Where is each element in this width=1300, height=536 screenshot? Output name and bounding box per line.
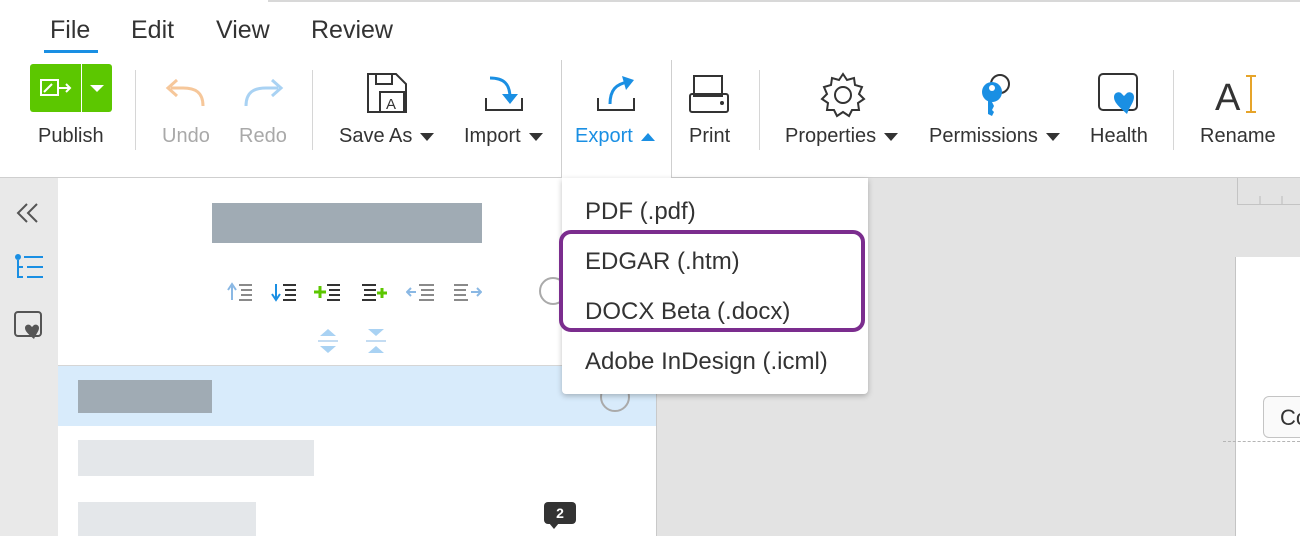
export-icon xyxy=(597,76,635,111)
comment-count-badge[interactable]: 2 xyxy=(544,502,576,524)
row-title-placeholder xyxy=(78,380,212,413)
import-label: Import xyxy=(464,125,521,147)
move-down-icon[interactable] xyxy=(270,280,298,304)
partial-button[interactable]: Co xyxy=(1263,396,1300,438)
outline-icon[interactable] xyxy=(13,252,45,282)
collapse-icon[interactable] xyxy=(15,202,41,224)
outdent-icon[interactable] xyxy=(406,280,436,304)
save-as-button[interactable]: Save As xyxy=(339,125,435,148)
menu-divider xyxy=(268,0,1300,2)
add-section-icon[interactable] xyxy=(314,280,342,304)
highlight-box xyxy=(559,230,865,332)
health-panel-icon[interactable] xyxy=(13,310,45,340)
collapse-all-icon[interactable] xyxy=(364,326,388,356)
save-as-icon[interactable]: A xyxy=(366,72,410,116)
menu-bar: File Edit View Review xyxy=(0,0,1300,60)
undo-button[interactable]: Undo xyxy=(162,125,210,148)
add-subsection-icon[interactable] xyxy=(360,280,390,304)
ruler-ticks xyxy=(1259,196,1283,204)
move-up-icon[interactable] xyxy=(226,280,254,304)
publish-button[interactable] xyxy=(30,64,112,112)
outline-title-placeholder xyxy=(212,203,482,243)
publish-main[interactable] xyxy=(30,64,81,112)
publish-dropdown[interactable] xyxy=(82,64,112,112)
export-pdf-option[interactable]: PDF (.pdf) xyxy=(585,198,696,226)
separator xyxy=(135,70,136,150)
import-icon[interactable] xyxy=(482,74,528,114)
menu-edit[interactable]: Edit xyxy=(131,16,174,45)
menu-file-active-indicator xyxy=(44,50,98,53)
chevron-down-icon xyxy=(90,85,104,92)
caret-down-icon xyxy=(528,132,543,141)
menu-file[interactable]: File xyxy=(50,16,90,45)
caret-up-icon xyxy=(640,132,655,141)
publish-label: Publish xyxy=(38,125,104,147)
save-as-label: Save As xyxy=(339,125,413,147)
caret-down-icon xyxy=(420,132,435,141)
redo-icon[interactable] xyxy=(240,76,286,112)
publish-icon xyxy=(40,79,72,96)
expand-icon[interactable] xyxy=(316,326,340,356)
indent-icon[interactable] xyxy=(452,280,482,304)
menu-view[interactable]: View xyxy=(216,16,270,45)
outline-row-placeholder[interactable] xyxy=(78,440,314,476)
export-tab[interactable]: Export xyxy=(561,60,672,180)
badge-pointer xyxy=(549,523,559,529)
separator xyxy=(312,70,313,150)
undo-icon[interactable] xyxy=(163,76,209,112)
page-guide xyxy=(1223,441,1300,442)
import-button[interactable]: Import xyxy=(464,125,543,148)
outline-row-placeholder[interactable] xyxy=(78,502,256,536)
export-button[interactable]: Export xyxy=(575,125,655,148)
redo-button[interactable]: Redo xyxy=(239,125,287,148)
svg-text:A: A xyxy=(386,96,396,113)
left-sidebar xyxy=(0,178,59,536)
menu-review[interactable]: Review xyxy=(311,16,393,45)
ruler xyxy=(1237,178,1300,205)
export-indesign-option[interactable]: Adobe InDesign (.icml) xyxy=(585,348,828,376)
export-label: Export xyxy=(575,125,633,147)
